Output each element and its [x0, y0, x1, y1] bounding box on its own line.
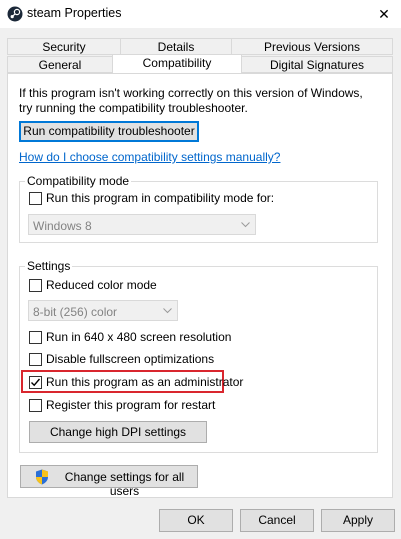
- compatibility-panel: If this program isn't working correctly …: [7, 73, 393, 498]
- color-mode-select[interactable]: 8-bit (256) color: [28, 300, 178, 321]
- chevron-down-icon: [163, 308, 172, 314]
- tab-general[interactable]: General: [7, 56, 113, 73]
- tab-security[interactable]: Security: [7, 38, 121, 55]
- intro-line-1: If this program isn't working correctly …: [19, 86, 363, 100]
- change-all-users-label: Change settings for all users: [64, 470, 185, 498]
- chevron-down-icon: [241, 222, 250, 228]
- window-title: steam Properties: [27, 6, 122, 20]
- run-as-admin-checkbox[interactable]: [29, 376, 42, 389]
- change-dpi-button[interactable]: Change high DPI settings: [29, 421, 207, 443]
- compatibility-mode-title: Compatibility mode: [25, 174, 132, 188]
- color-mode-value: 8-bit (256) color: [33, 305, 118, 319]
- tab-previous-versions[interactable]: Previous Versions: [231, 38, 393, 55]
- os-version-select[interactable]: Windows 8: [28, 214, 256, 235]
- close-button[interactable]: ✕: [367, 0, 401, 28]
- cancel-button[interactable]: Cancel: [240, 509, 314, 532]
- ok-button[interactable]: OK: [159, 509, 233, 532]
- run-troubleshooter-button[interactable]: Run compatibility troubleshooter: [19, 121, 199, 142]
- apply-button[interactable]: Apply: [321, 509, 395, 532]
- intro-line-2: try running the compatibility troublesho…: [19, 101, 248, 115]
- change-all-users-button[interactable]: Change settings for all users: [20, 465, 198, 498]
- disable-fullscreen-label: Disable fullscreen optimizations: [46, 352, 215, 366]
- settings-title: Settings: [25, 259, 73, 273]
- manual-settings-link[interactable]: How do I choose compatibility settings m…: [19, 150, 280, 164]
- register-restart-label: Register this program for restart: [46, 398, 216, 412]
- os-version-value: Windows 8: [33, 219, 92, 233]
- reduced-color-label: Reduced color mode: [46, 278, 157, 292]
- disable-fullscreen-checkbox[interactable]: [29, 353, 42, 366]
- close-icon: ✕: [378, 5, 390, 22]
- tab-details[interactable]: Details: [120, 38, 232, 55]
- uac-shield-icon: [36, 469, 48, 485]
- steam-icon: [7, 6, 23, 22]
- run-as-admin-label: Run this program as an administrator: [46, 375, 244, 389]
- tab-compatibility[interactable]: Compatibility: [112, 54, 242, 73]
- title-bar: steam Properties ✕: [0, 0, 401, 28]
- compat-mode-label: Run this program in compatibility mode f…: [46, 191, 275, 205]
- register-restart-checkbox[interactable]: [29, 399, 42, 412]
- checkmark-icon: [31, 378, 41, 387]
- run-640x480-label: Run in 640 x 480 screen resolution: [46, 330, 232, 344]
- compat-mode-checkbox[interactable]: [29, 192, 42, 205]
- tab-digital-signatures[interactable]: Digital Signatures: [241, 56, 393, 73]
- reduced-color-checkbox[interactable]: [29, 279, 42, 292]
- run-640x480-checkbox[interactable]: [29, 331, 42, 344]
